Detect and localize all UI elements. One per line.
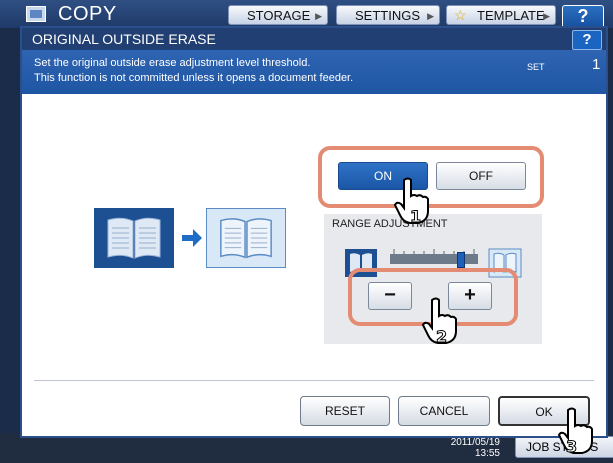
clock: 2011/05/19 13:55 — [440, 437, 500, 459]
dialog-title-bar: ORIGINAL OUTSIDE ERASE ? — [22, 28, 606, 50]
set-number: 1 — [592, 56, 601, 73]
message-line-2: This function is not committed unless it… — [34, 72, 354, 84]
marker-1: 1 — [410, 207, 421, 226]
original-outside-erase-dialog: ORIGINAL OUTSIDE ERASE ? Set the origina… — [20, 26, 608, 438]
open-book-icon — [220, 218, 272, 259]
range-slider-thumb[interactable] — [457, 252, 466, 268]
top-bar: COPY STORAGE ▶ SETTINGS ▶ ☆ TEMPLATE ▶ ? — [0, 0, 613, 29]
app-title: COPY — [58, 3, 117, 25]
erase-before-illustration — [94, 208, 174, 268]
chevron-right-icon: ▶ — [315, 11, 322, 21]
dialog-message: Set the original outside erase adjustmen… — [22, 50, 606, 94]
settings-button[interactable]: SETTINGS ▶ — [336, 5, 440, 25]
dialog-help-button[interactable]: ? — [572, 30, 602, 50]
storage-button[interactable]: STORAGE ▶ — [228, 5, 328, 25]
settings-label: SETTINGS — [355, 8, 421, 23]
hand-pointer-icon: 2 — [421, 297, 457, 346]
off-button[interactable]: OFF — [436, 162, 526, 190]
storage-label: STORAGE — [247, 8, 311, 23]
slider-scale — [390, 244, 478, 257]
minus-button[interactable]: − — [368, 282, 412, 310]
copy-icon — [26, 6, 46, 22]
hand-pointer-icon: 1 — [393, 177, 429, 226]
marker-2: 2 — [436, 327, 447, 346]
footer-divider — [34, 380, 594, 381]
hand-pointer-icon: 3 — [557, 407, 593, 456]
template-button[interactable]: ☆ TEMPLATE ▶ — [446, 5, 556, 25]
message-line-1: Set the original outside erase adjustmen… — [34, 57, 311, 69]
template-label: TEMPLATE — [477, 8, 545, 23]
cancel-button[interactable]: CANCEL — [398, 396, 490, 426]
chevron-right-icon: ▶ — [543, 11, 550, 21]
star-icon: ☆ — [454, 7, 467, 23]
time-text: 13:55 — [474, 448, 500, 459]
chevron-right-icon: ▶ — [427, 11, 434, 21]
dialog-title: ORIGINAL OUTSIDE ERASE — [32, 31, 216, 47]
set-label: SET — [527, 62, 545, 72]
arrow-right-icon — [182, 229, 202, 247]
erase-after-illustration — [206, 208, 286, 268]
open-book-icon — [107, 217, 161, 259]
date-text: 2011/05/19 — [450, 437, 500, 448]
marker-3: 3 — [566, 437, 577, 456]
reset-button[interactable]: RESET — [300, 396, 390, 426]
